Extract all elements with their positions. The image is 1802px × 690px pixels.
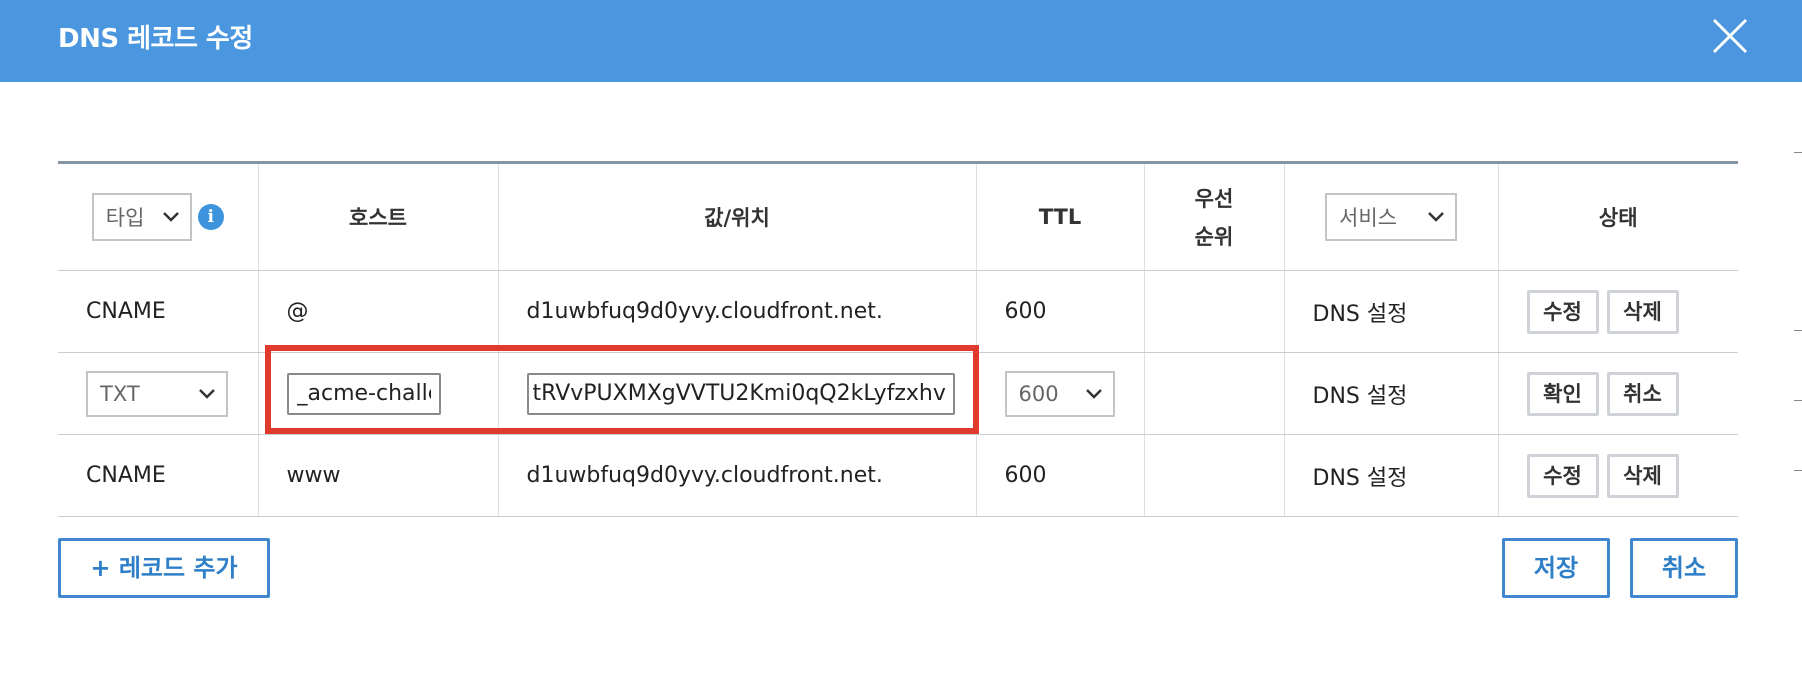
delete-button[interactable]: 삭제 (1606, 289, 1679, 334)
confirm-button[interactable]: 확인 (1526, 371, 1599, 416)
header-status: 상태 (1497, 161, 1738, 271)
background-edge-line (1794, 400, 1802, 401)
chevron-down-icon (199, 388, 215, 399)
table-row: CNAME @ d1uwbfuq9d0yvy.cloudfront.net. 6… (58, 270, 1738, 353)
header-host: 호스트 (257, 161, 498, 271)
record-priority (1143, 434, 1284, 517)
record-service: DNS 설정 (1283, 434, 1498, 517)
header-priority: 우선 순위 (1143, 161, 1284, 271)
background-edge-line (1794, 152, 1802, 153)
header-type: 타입 i (58, 161, 258, 271)
record-service: DNS 설정 (1283, 352, 1498, 435)
dialog-title: DNS 레코드 수정 (58, 24, 253, 54)
record-value: d1uwbfuq9d0yvy.cloudfront.net. (497, 270, 976, 353)
table-row-editing: TXT 600 DNS 설정 (58, 352, 1738, 435)
record-type: CNAME (58, 270, 258, 353)
header-value: 값/위치 (497, 161, 976, 271)
ttl-select-value: 600 (1018, 381, 1059, 406)
record-ttl: 600 (975, 270, 1144, 353)
record-ttl-cell: 600 (975, 352, 1144, 435)
header-priority-line1: 우선 (1194, 187, 1234, 211)
edit-button[interactable]: 수정 (1526, 453, 1599, 498)
dns-records-table: 타입 i 호스트 값/위치 TTL 우선 순위 서비스 상태 CNAME @ d… (58, 161, 1738, 517)
ttl-select[interactable]: 600 (1004, 370, 1115, 417)
chevron-down-icon (1428, 212, 1444, 222)
record-type-cell: TXT (58, 352, 258, 435)
service-filter-select[interactable]: 서비스 (1325, 193, 1457, 241)
add-record-button[interactable]: + 레코드 추가 (58, 538, 270, 598)
header-priority-line2: 순위 (1194, 225, 1234, 249)
record-type-select-value: TXT (100, 381, 140, 406)
type-filter-select[interactable]: 타입 (91, 193, 192, 241)
table-header-row: 타입 i 호스트 값/위치 TTL 우선 순위 서비스 상태 (58, 161, 1738, 271)
header-service: 서비스 (1283, 161, 1498, 271)
save-button[interactable]: 저장 (1502, 538, 1610, 598)
dialog-header: DNS 레코드 수정 (0, 0, 1802, 82)
background-edge-line (1794, 470, 1802, 471)
record-service: DNS 설정 (1283, 270, 1498, 353)
close-icon (1712, 18, 1748, 54)
record-value-cell (497, 352, 976, 435)
record-actions: 수정 삭제 (1497, 434, 1738, 517)
record-type: CNAME (58, 434, 258, 517)
service-filter-label: 서비스 (1339, 206, 1397, 230)
close-button[interactable] (1708, 14, 1752, 58)
table-row: CNAME www d1uwbfuq9d0yvy.cloudfront.net.… (58, 434, 1738, 517)
background-edge-line (1794, 330, 1802, 331)
dns-records-table-container: 타입 i 호스트 값/위치 TTL 우선 순위 서비스 상태 CNAME @ d… (58, 161, 1738, 517)
edit-button[interactable]: 수정 (1526, 289, 1599, 334)
info-icon[interactable]: i (197, 204, 224, 230)
cancel-button[interactable]: 취소 (1630, 538, 1738, 598)
record-value: d1uwbfuq9d0yvy.cloudfront.net. (497, 434, 976, 517)
delete-button[interactable]: 삭제 (1606, 453, 1679, 498)
record-priority (1143, 352, 1284, 435)
record-host-cell (257, 352, 498, 435)
chevron-down-icon (1085, 388, 1102, 399)
record-actions: 수정 삭제 (1497, 270, 1738, 353)
type-filter-label: 타입 (105, 206, 145, 230)
host-input[interactable] (286, 372, 441, 415)
header-ttl: TTL (975, 161, 1144, 271)
record-priority (1143, 270, 1284, 353)
record-host: @ (257, 270, 498, 353)
record-actions: 확인 취소 (1497, 352, 1738, 435)
cancel-edit-button[interactable]: 취소 (1606, 371, 1679, 416)
chevron-down-icon (162, 212, 179, 222)
value-input[interactable] (526, 372, 955, 415)
record-ttl: 600 (975, 434, 1144, 517)
record-type-select[interactable]: TXT (86, 370, 228, 417)
record-host: www (257, 434, 498, 517)
